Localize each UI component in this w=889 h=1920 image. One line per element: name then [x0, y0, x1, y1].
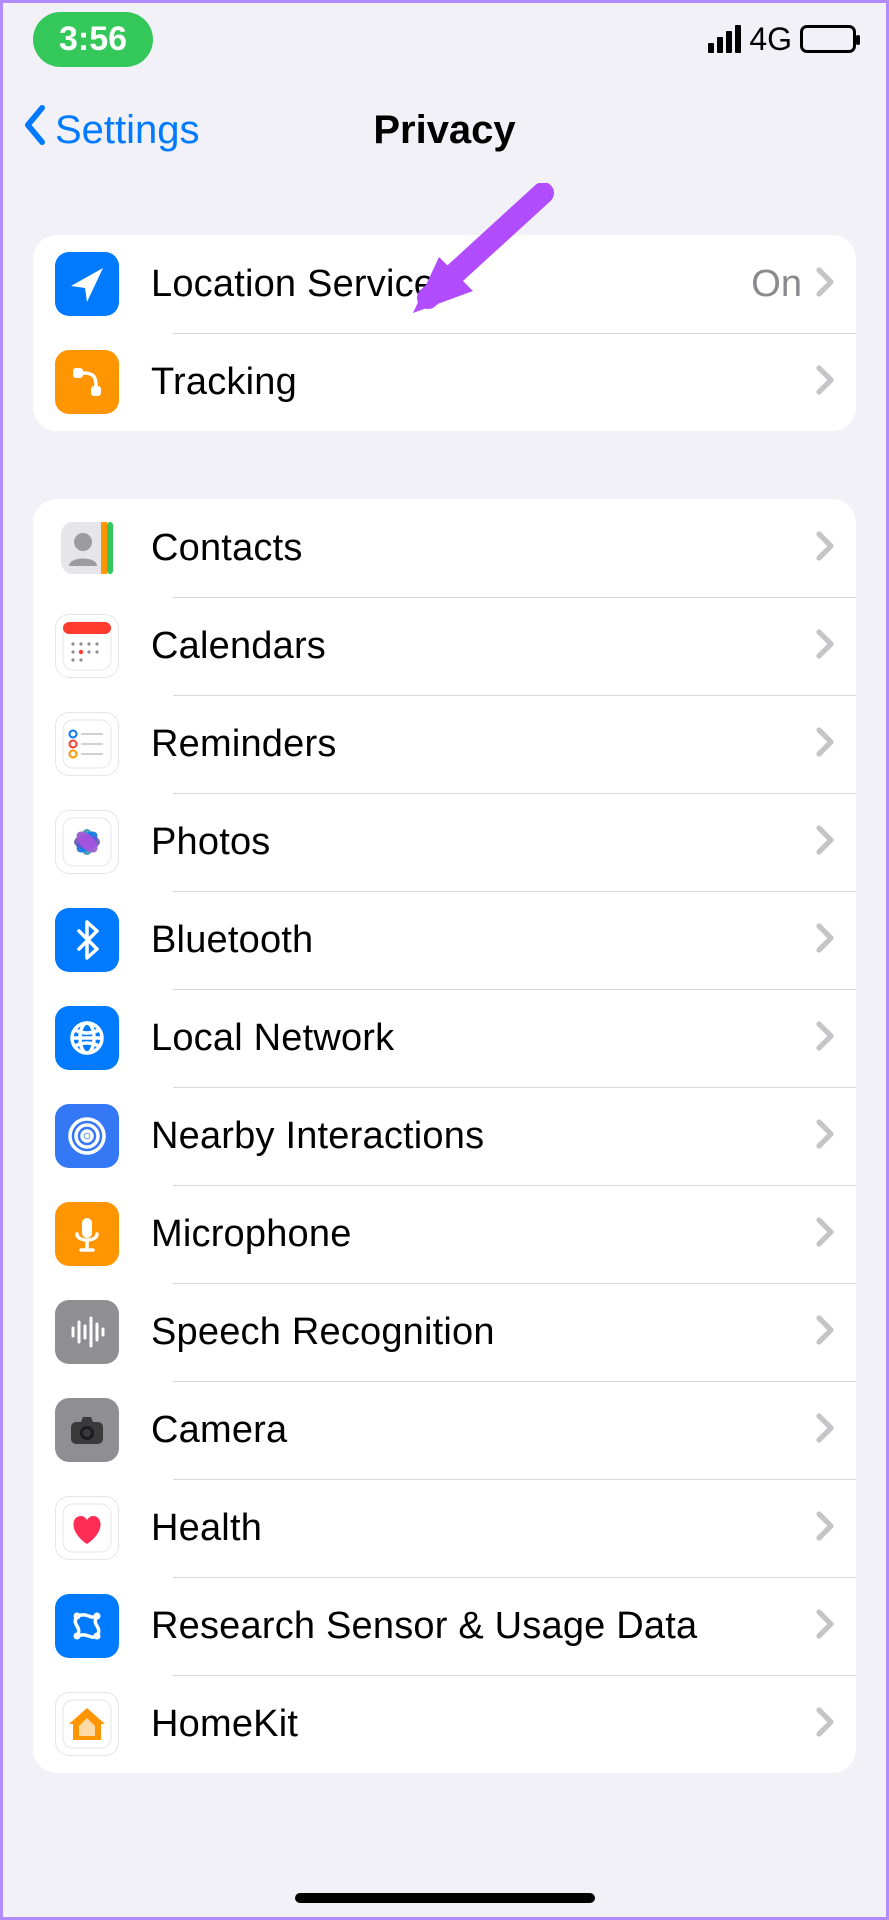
waveform-icon — [55, 1300, 119, 1364]
row-nearby-interactions[interactable]: Nearby Interactions — [33, 1087, 856, 1185]
chevron-right-icon — [816, 1413, 834, 1448]
row-label: Local Network — [151, 1017, 816, 1060]
home-indicator[interactable] — [295, 1893, 595, 1903]
row-camera[interactable]: Camera — [33, 1381, 856, 1479]
row-photos[interactable]: Photos — [33, 793, 856, 891]
row-label: Nearby Interactions — [151, 1115, 816, 1158]
row-label: Research Sensor & Usage Data — [151, 1605, 816, 1648]
location-arrow-icon — [55, 252, 119, 316]
status-bar: 3:56 4G — [3, 3, 886, 75]
row-label: HomeKit — [151, 1703, 816, 1746]
row-label: Health — [151, 1507, 816, 1550]
photos-icon — [55, 810, 119, 874]
row-location-services[interactable]: Location Services On — [33, 235, 856, 333]
row-reminders[interactable]: Reminders — [33, 695, 856, 793]
row-label: Photos — [151, 821, 816, 864]
row-label: Speech Recognition — [151, 1311, 816, 1354]
chevron-right-icon — [816, 267, 834, 302]
back-label: Settings — [55, 108, 200, 153]
row-value: On — [751, 263, 802, 306]
row-label: Reminders — [151, 723, 816, 766]
chevron-left-icon — [21, 105, 49, 155]
row-microphone[interactable]: Microphone — [33, 1185, 856, 1283]
camera-icon — [55, 1398, 119, 1462]
chevron-right-icon — [816, 1315, 834, 1350]
row-label: Calendars — [151, 625, 816, 668]
cellular-signal-icon — [708, 25, 741, 53]
settings-group-location: Location Services On Tracking — [33, 235, 856, 431]
chevron-right-icon — [816, 727, 834, 762]
globe-icon — [55, 1006, 119, 1070]
row-label: Bluetooth — [151, 919, 816, 962]
bluetooth-icon — [55, 908, 119, 972]
row-bluetooth[interactable]: Bluetooth — [33, 891, 856, 989]
chevron-right-icon — [816, 825, 834, 860]
chevron-right-icon — [816, 365, 834, 400]
status-right: 4G — [708, 21, 856, 58]
chevron-right-icon — [816, 1707, 834, 1742]
microphone-icon — [55, 1202, 119, 1266]
row-local-network[interactable]: Local Network — [33, 989, 856, 1087]
chevron-right-icon — [816, 923, 834, 958]
row-tracking[interactable]: Tracking — [33, 333, 856, 431]
row-label: Camera — [151, 1409, 816, 1452]
reminders-icon — [55, 712, 119, 776]
calendar-icon — [55, 614, 119, 678]
nav-header: Settings Privacy — [3, 75, 886, 185]
chevron-right-icon — [816, 1021, 834, 1056]
row-label: Contacts — [151, 527, 816, 570]
row-homekit[interactable]: HomeKit — [33, 1675, 856, 1773]
row-research-sensor[interactable]: Research Sensor & Usage Data — [33, 1577, 856, 1675]
nearby-interactions-icon — [55, 1104, 119, 1168]
chevron-right-icon — [816, 531, 834, 566]
chevron-right-icon — [816, 1511, 834, 1546]
row-speech-recognition[interactable]: Speech Recognition — [33, 1283, 856, 1381]
status-time-pill: 3:56 — [33, 12, 153, 67]
chevron-right-icon — [816, 629, 834, 664]
row-contacts[interactable]: Contacts — [33, 499, 856, 597]
heart-icon — [55, 1496, 119, 1560]
home-icon — [55, 1692, 119, 1756]
network-label: 4G — [749, 21, 792, 58]
chevron-right-icon — [816, 1217, 834, 1252]
battery-icon — [800, 25, 856, 53]
chevron-right-icon — [816, 1609, 834, 1644]
research-sensor-icon — [55, 1594, 119, 1658]
row-label: Tracking — [151, 361, 816, 404]
row-health[interactable]: Health — [33, 1479, 856, 1577]
settings-group-data-access: Contacts Calendars Reminders — [33, 499, 856, 1773]
row-label: Location Services — [151, 263, 751, 306]
back-button[interactable]: Settings — [3, 105, 200, 155]
contacts-icon — [55, 516, 119, 580]
row-label: Microphone — [151, 1213, 816, 1256]
tracking-icon — [55, 350, 119, 414]
row-calendars[interactable]: Calendars — [33, 597, 856, 695]
chevron-right-icon — [816, 1119, 834, 1154]
